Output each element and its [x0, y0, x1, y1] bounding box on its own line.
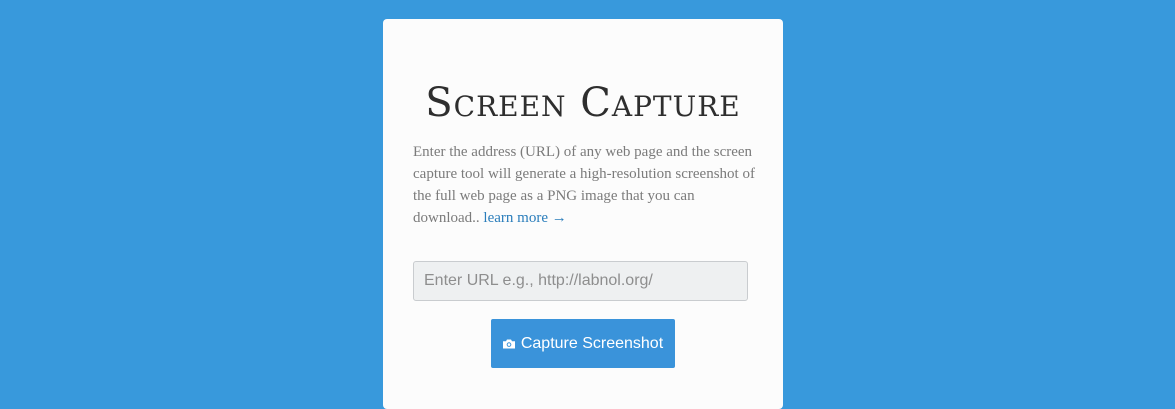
- learn-more-link[interactable]: learn more →: [483, 210, 566, 226]
- camera-icon: [502, 339, 515, 348]
- page-title: Screen Capture: [425, 80, 741, 126]
- url-input[interactable]: [413, 261, 748, 301]
- capture-card: Screen Capture Enter the address (URL) o…: [383, 19, 783, 409]
- description-body: Enter the address (URL) of any web page …: [413, 144, 755, 226]
- capture-button-label: Capture Screenshot: [520, 334, 664, 352]
- capture-screenshot-button[interactable]: Capture Screenshot: [491, 319, 675, 368]
- description-text: Enter the address (URL) of any web page …: [413, 141, 758, 229]
